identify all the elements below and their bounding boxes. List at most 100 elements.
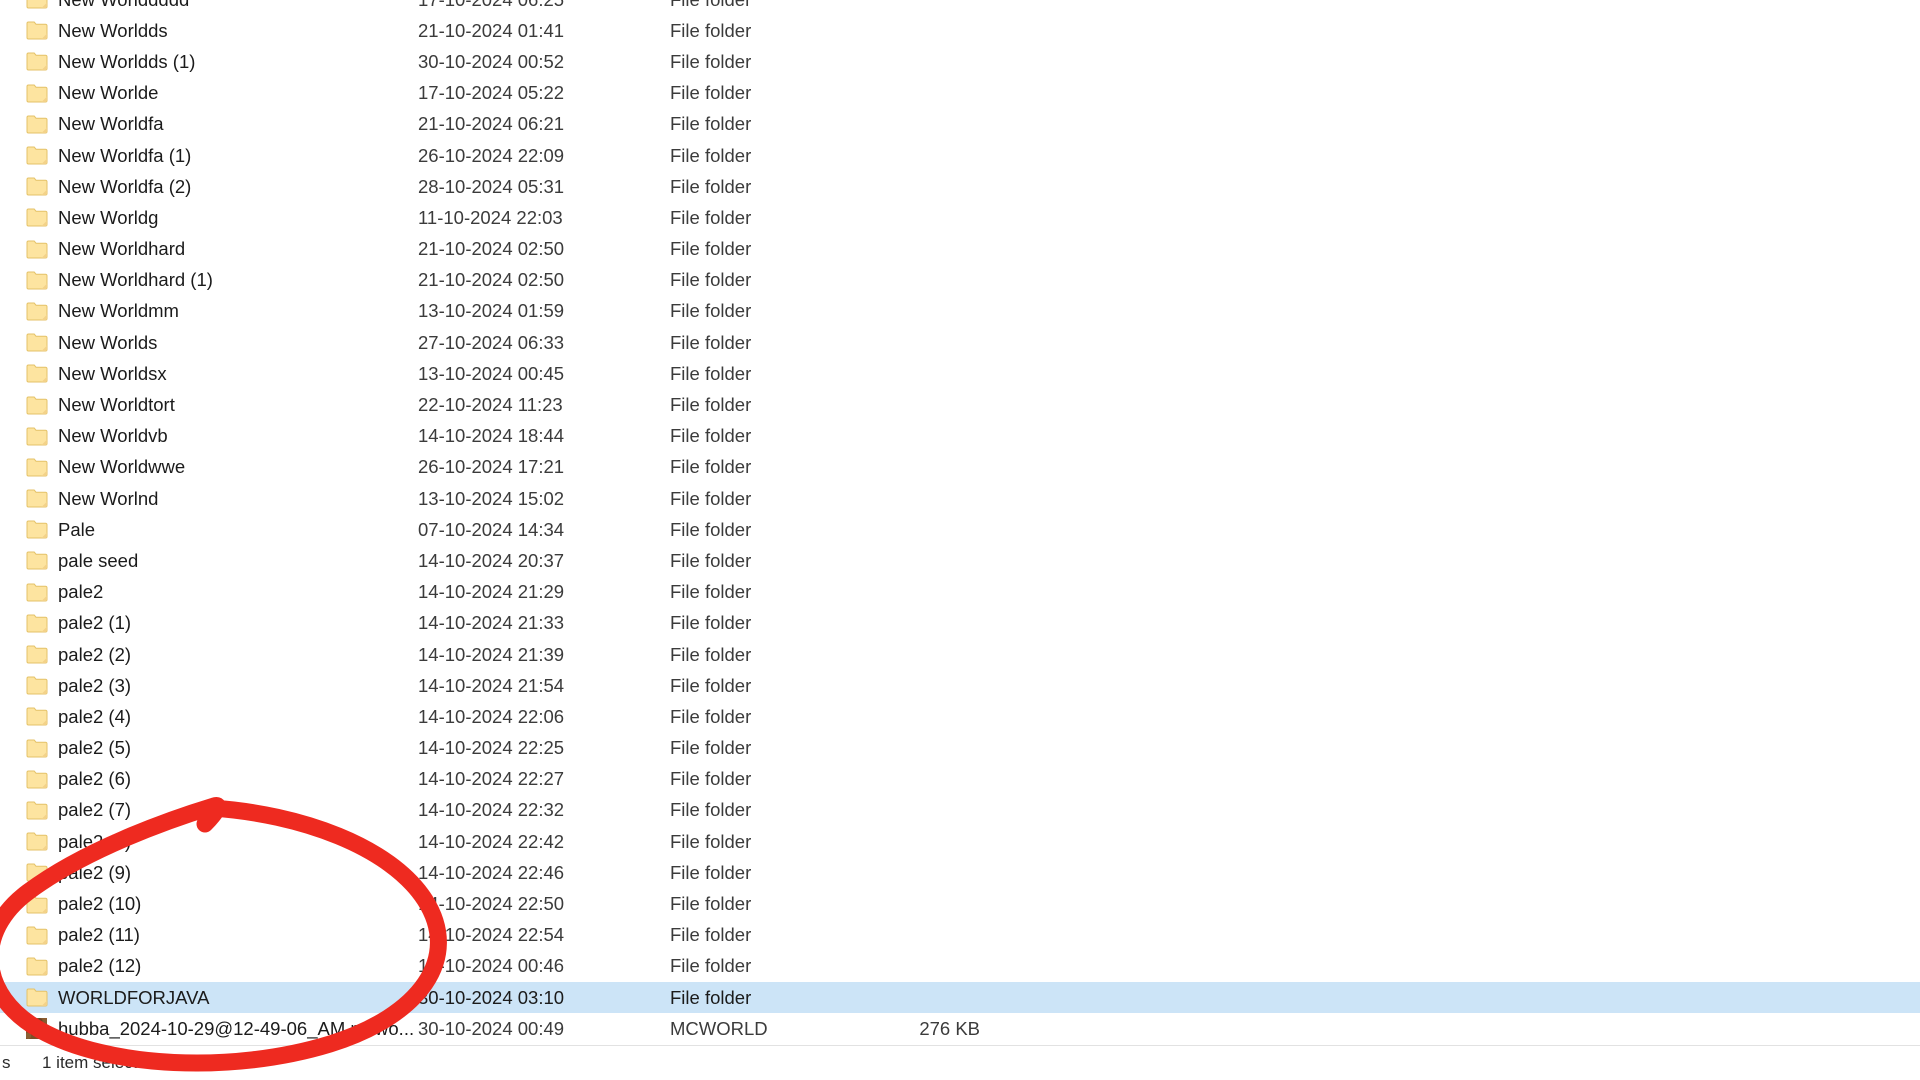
- table-row[interactable]: pale2 (4)14-10-2024 22:06File folder: [0, 701, 1920, 732]
- table-row[interactable]: New Worldhard (1)21-10-2024 02:50File fo…: [0, 265, 1920, 296]
- table-row[interactable]: New Worldvb14-10-2024 18:44File folder: [0, 421, 1920, 452]
- table-row[interactable]: hubba_2024-10-29@12-49-06_AM.mcwo...30-1…: [0, 1013, 1920, 1044]
- table-row[interactable]: pale2 (8)14-10-2024 22:42File folder: [0, 826, 1920, 857]
- file-type-cell: File folder: [670, 519, 870, 541]
- file-name-cell: pale2 (11): [56, 924, 418, 946]
- date-modified-cell: 14-10-2024 22:32: [418, 799, 670, 821]
- file-name-cell: New Worldhard: [56, 238, 418, 260]
- row-icon: [26, 736, 56, 760]
- table-row[interactable]: pale2 (7)14-10-2024 22:32File folder: [0, 795, 1920, 826]
- folder-icon: [26, 115, 48, 134]
- row-icon: [26, 19, 56, 43]
- table-row[interactable]: pale2 (10)14-10-2024 22:50File folder: [0, 888, 1920, 919]
- table-row[interactable]: New Worldtort22-10-2024 11:23File folder: [0, 389, 1920, 420]
- table-row[interactable]: pale214-10-2024 21:29File folder: [0, 577, 1920, 608]
- table-row[interactable]: Pale07-10-2024 14:34File folder: [0, 514, 1920, 545]
- row-icon: [26, 299, 56, 323]
- folder-icon: [26, 21, 48, 40]
- folder-icon: [26, 177, 48, 196]
- table-row[interactable]: pale2 (5)14-10-2024 22:25File folder: [0, 733, 1920, 764]
- table-row[interactable]: New Worlnd13-10-2024 15:02File folder: [0, 483, 1920, 514]
- file-size-cell: 276 KB: [870, 1018, 980, 1040]
- folder-icon: [26, 364, 48, 383]
- date-modified-cell: 14-10-2024 21:29: [418, 581, 670, 603]
- date-modified-cell: 14-10-2024 18:44: [418, 425, 670, 447]
- table-row[interactable]: pale seed14-10-2024 20:37File folder: [0, 545, 1920, 576]
- row-icon: [26, 986, 56, 1010]
- row-icon: [26, 611, 56, 635]
- file-type-cell: File folder: [670, 145, 870, 167]
- row-icon: [26, 331, 56, 355]
- file-name-cell: New Worldsx: [56, 363, 418, 385]
- file-name-cell: pale2 (5): [56, 737, 418, 759]
- table-row[interactable]: New Worldhard21-10-2024 02:50File folder: [0, 234, 1920, 265]
- table-row[interactable]: pale2 (9)14-10-2024 22:46File folder: [0, 857, 1920, 888]
- date-modified-cell: 22-10-2024 11:23: [418, 394, 670, 416]
- date-modified-cell: 14-10-2024 21:33: [418, 612, 670, 634]
- file-type-cell: MCWORLD: [670, 1018, 870, 1040]
- folder-icon: [26, 988, 48, 1007]
- date-modified-cell: 21-10-2024 02:50: [418, 238, 670, 260]
- folder-icon: [26, 645, 48, 664]
- file-type-cell: File folder: [670, 176, 870, 198]
- file-name-cell: Pale: [56, 519, 418, 541]
- table-row[interactable]: New Worldmm13-10-2024 01:59File folder: [0, 296, 1920, 327]
- file-name-cell: New Worldhard (1): [56, 269, 418, 291]
- status-bar: s 1 item selected: [0, 1045, 1920, 1080]
- date-modified-cell: 17-10-2024 06:25: [418, 0, 670, 11]
- table-row[interactable]: New Worldfa21-10-2024 06:21File folder: [0, 109, 1920, 140]
- table-row[interactable]: New Worldfa (2)28-10-2024 05:31File fold…: [0, 171, 1920, 202]
- row-icon: [26, 892, 56, 916]
- file-name-cell: pale2 (2): [56, 644, 418, 666]
- table-row[interactable]: pale2 (3)14-10-2024 21:54File folder: [0, 670, 1920, 701]
- file-explorer-window: New Worlddddd17-10-2024 06:25File folder…: [0, 0, 1920, 1080]
- table-row[interactable]: pale2 (2)14-10-2024 21:39File folder: [0, 639, 1920, 670]
- table-row[interactable]: New Worldds21-10-2024 01:41File folder: [0, 15, 1920, 46]
- table-row[interactable]: New Worlddddd17-10-2024 06:25File folder: [0, 0, 1920, 15]
- folder-icon: [26, 863, 48, 882]
- date-modified-cell: 21-10-2024 01:41: [418, 20, 670, 42]
- file-type-cell: File folder: [670, 82, 870, 104]
- file-type-cell: File folder: [670, 737, 870, 759]
- table-row[interactable]: New Worldwwe26-10-2024 17:21File folder: [0, 452, 1920, 483]
- folder-icon: [26, 801, 48, 820]
- date-modified-cell: 13-10-2024 01:59: [418, 300, 670, 322]
- table-row[interactable]: New Worldsx13-10-2024 00:45File folder: [0, 358, 1920, 389]
- file-type-cell: File folder: [670, 581, 870, 603]
- folder-icon: [26, 614, 48, 633]
- mcworld-file-icon: [26, 1018, 47, 1039]
- date-modified-cell: 30-10-2024 03:10: [418, 987, 670, 1009]
- date-modified-cell: 11-10-2024 22:03: [418, 207, 670, 229]
- row-icon: [26, 144, 56, 168]
- date-modified-cell: 14-10-2024 21:54: [418, 675, 670, 697]
- table-row[interactable]: New Worlds27-10-2024 06:33File folder: [0, 327, 1920, 358]
- date-modified-cell: 14-10-2024 22:46: [418, 862, 670, 884]
- file-name-cell: New Worldvb: [56, 425, 418, 447]
- table-row[interactable]: New Worldds (1)30-10-2024 00:52File fold…: [0, 46, 1920, 77]
- file-list[interactable]: New Worlddddd17-10-2024 06:25File folder…: [0, 0, 1920, 1076]
- table-row[interactable]: pale2 (1)14-10-2024 21:33File folder: [0, 608, 1920, 639]
- folder-icon: [26, 832, 48, 851]
- row-icon: [26, 549, 56, 573]
- table-row[interactable]: pale2 (11)14-10-2024 22:54File folder: [0, 920, 1920, 951]
- file-type-cell: File folder: [670, 612, 870, 634]
- file-name-cell: pale2 (8): [56, 831, 418, 853]
- folder-icon: [26, 0, 48, 9]
- folder-icon: [26, 676, 48, 695]
- folder-icon: [26, 895, 48, 914]
- row-icon: [26, 112, 56, 136]
- table-row[interactable]: New Worldg11-10-2024 22:03File folder: [0, 202, 1920, 233]
- file-name-cell: New Worldtort: [56, 394, 418, 416]
- row-icon: [26, 50, 56, 74]
- table-row[interactable]: New Worlde17-10-2024 05:22File folder: [0, 78, 1920, 109]
- table-row-selected[interactable]: WORLDFORJAVA30-10-2024 03:10File folder: [0, 982, 1920, 1013]
- file-type-cell: File folder: [670, 425, 870, 447]
- file-name-cell: pale2 (12): [56, 955, 418, 977]
- folder-icon: [26, 770, 48, 789]
- table-row[interactable]: New Worldfa (1)26-10-2024 22:09File fold…: [0, 140, 1920, 171]
- row-icon: [26, 455, 56, 479]
- table-row[interactable]: pale2 (6)14-10-2024 22:27File folder: [0, 764, 1920, 795]
- table-row[interactable]: pale2 (12)15-10-2024 00:46File folder: [0, 951, 1920, 982]
- row-icon: [26, 206, 56, 230]
- date-modified-cell: 28-10-2024 05:31: [418, 176, 670, 198]
